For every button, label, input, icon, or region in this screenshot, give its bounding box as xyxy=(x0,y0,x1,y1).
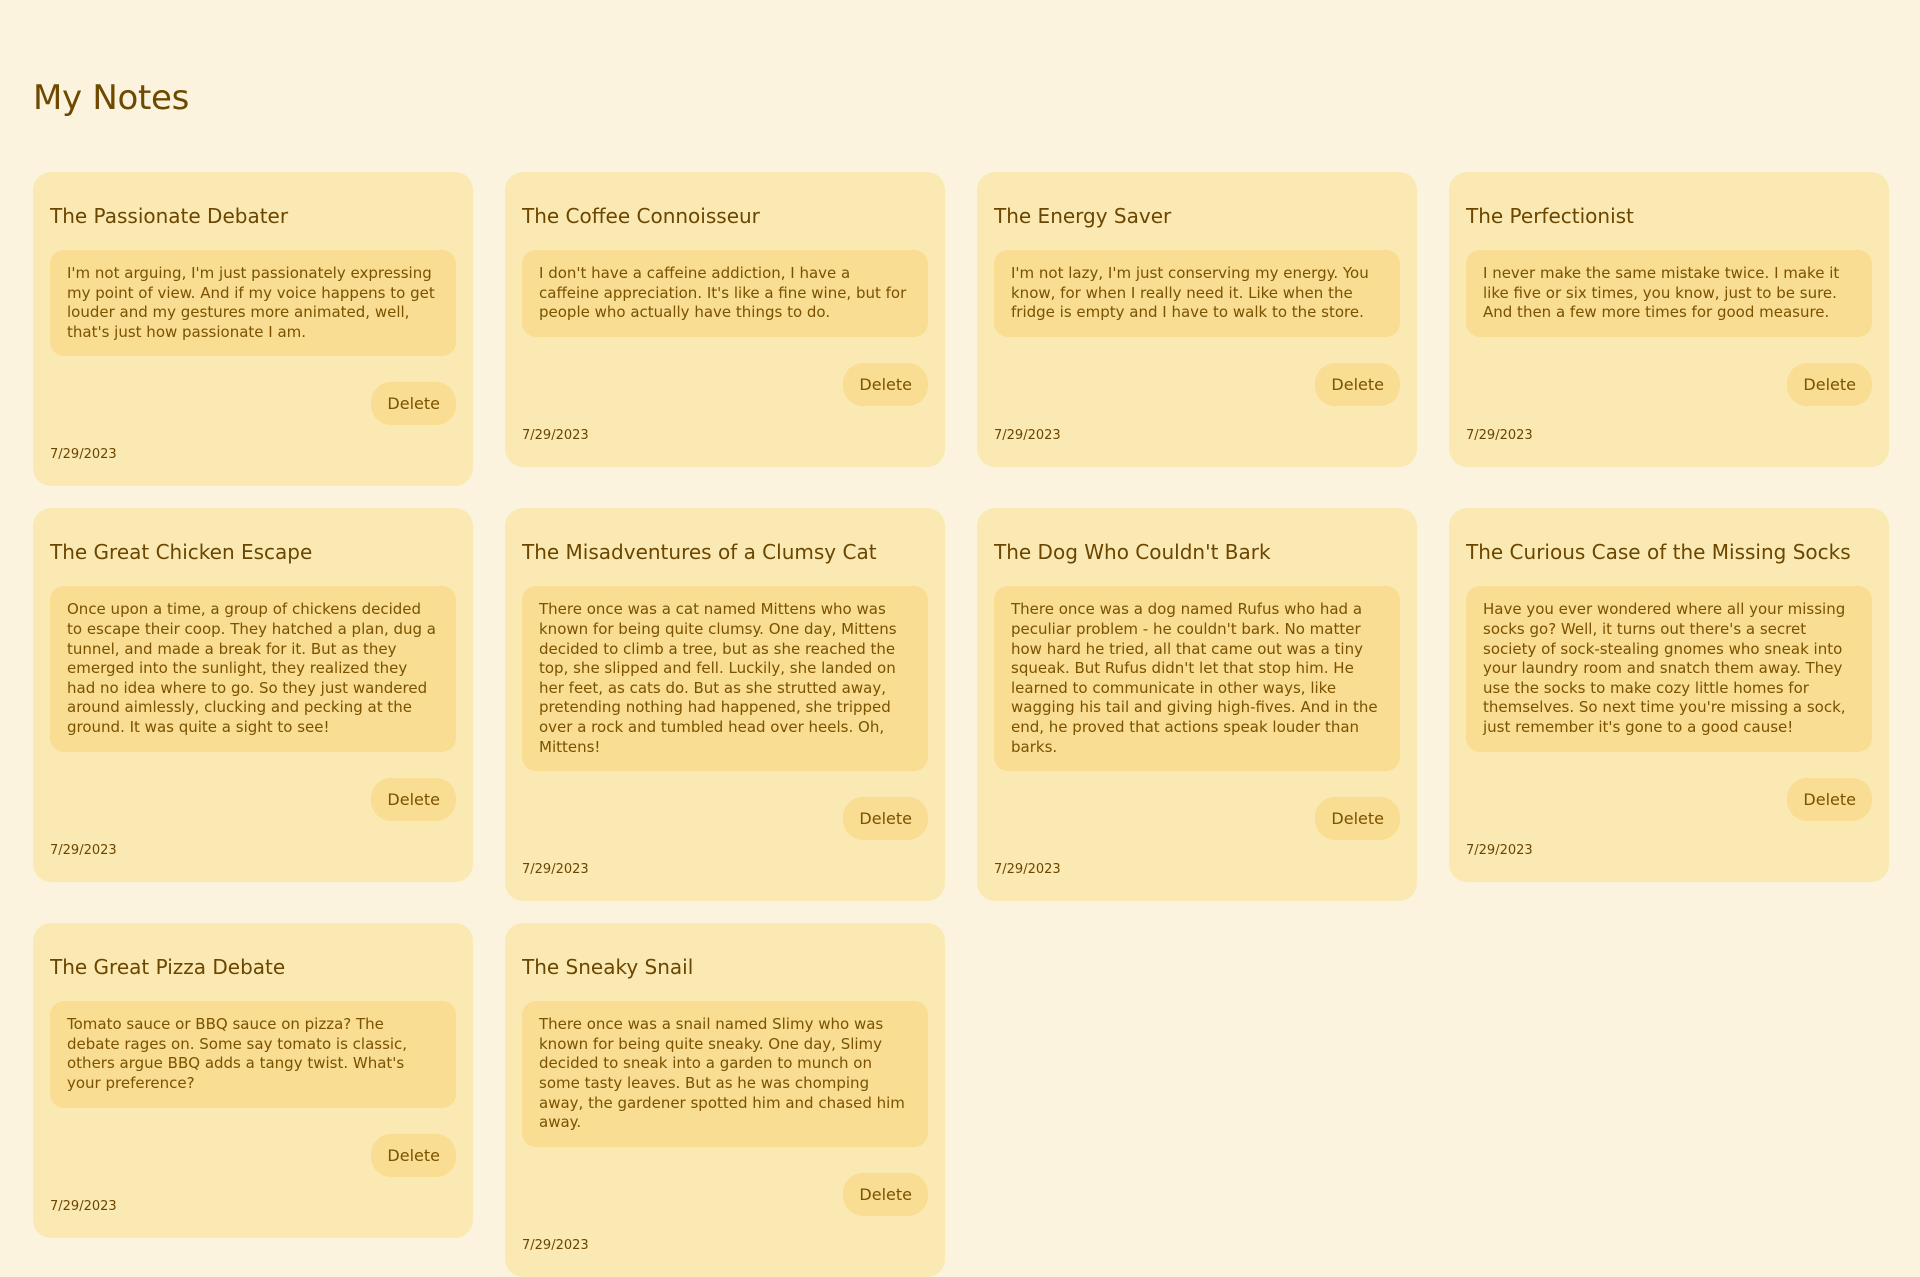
note-title: The Curious Case of the Missing Socks xyxy=(1466,540,1851,565)
delete-button[interactable]: Delete xyxy=(843,797,928,841)
note-date: 7/29/2023 xyxy=(522,862,589,878)
delete-button[interactable]: Delete xyxy=(1315,797,1400,841)
note-date: 7/29/2023 xyxy=(50,842,117,858)
note-card: The Curious Case of the Missing Socks Ha… xyxy=(1449,508,1889,882)
note-date: 7/29/2023 xyxy=(1466,842,1533,858)
note-actions: Delete xyxy=(994,362,1400,406)
delete-button[interactable]: Delete xyxy=(1315,362,1400,406)
delete-button[interactable]: Delete xyxy=(371,777,456,821)
note-title: The Great Pizza Debate xyxy=(50,955,286,980)
note-date: 7/29/2023 xyxy=(50,447,117,463)
delete-button[interactable]: Delete xyxy=(843,1172,928,1216)
delete-button[interactable]: Delete xyxy=(1787,362,1872,406)
note-title: The Coffee Connoisseur xyxy=(522,204,760,228)
note-body: I'm not arguing, I'm just passionately e… xyxy=(50,250,456,357)
note-actions: Delete xyxy=(1466,777,1872,821)
page-title: My Notes xyxy=(33,78,190,118)
note-actions: Delete xyxy=(522,362,928,406)
note-card: The Passionate Debater I'm not arguing, … xyxy=(33,172,473,487)
note-body: I don't have a caffeine addiction, I hav… xyxy=(522,250,928,337)
note-body: I never make the same mistake twice. I m… xyxy=(1466,250,1872,337)
note-body: There once was a cat named Mittens who w… xyxy=(522,586,928,772)
note-body: There once was a snail named Slimy who w… xyxy=(522,1001,928,1147)
note-title: The Great Chicken Escape xyxy=(50,540,313,565)
notes-grid: The Passionate Debater I'm not arguing, … xyxy=(33,172,1905,1277)
note-card: The Dog Who Couldn't Bark There once was… xyxy=(977,508,1417,902)
note-title: The Passionate Debater xyxy=(50,204,289,228)
note-title: The Misadventures of a Clumsy Cat xyxy=(522,540,877,565)
note-card: The Sneaky Snail There once was a snail … xyxy=(505,923,945,1277)
note-card: The Coffee Connoisseur I don't have a ca… xyxy=(505,172,945,467)
note-body: Once upon a time, a group of chickens de… xyxy=(50,586,456,752)
note-actions: Delete xyxy=(50,1133,456,1177)
note-date: 7/29/2023 xyxy=(1466,427,1533,443)
note-actions: Delete xyxy=(994,797,1400,841)
note-card: The Energy Saver I'm not lazy, I'm just … xyxy=(977,172,1417,467)
note-actions: Delete xyxy=(1466,362,1872,406)
note-date: 7/29/2023 xyxy=(994,427,1061,443)
note-actions: Delete xyxy=(50,777,456,821)
note-card: The Great Chicken Escape Once upon a tim… xyxy=(33,508,473,882)
note-body: Tomato sauce or BBQ sauce on pizza? The … xyxy=(50,1001,456,1108)
note-date: 7/29/2023 xyxy=(522,427,589,443)
note-actions: Delete xyxy=(522,797,928,841)
note-actions: Delete xyxy=(50,382,456,426)
note-body: Have you ever wondered where all your mi… xyxy=(1466,586,1872,752)
note-card: The Perfectionist I never make the same … xyxy=(1449,172,1889,467)
note-date: 7/29/2023 xyxy=(522,1237,589,1253)
delete-button[interactable]: Delete xyxy=(371,1133,456,1177)
delete-button[interactable]: Delete xyxy=(371,382,456,426)
note-body: I'm not lazy, I'm just conserving my ene… xyxy=(994,250,1400,337)
note-date: 7/29/2023 xyxy=(994,862,1061,878)
note-actions: Delete xyxy=(522,1172,928,1216)
note-card: The Great Pizza Debate Tomato sauce or B… xyxy=(33,923,473,1238)
delete-button[interactable]: Delete xyxy=(843,362,928,406)
note-title: The Energy Saver xyxy=(994,204,1172,228)
note-title: The Dog Who Couldn't Bark xyxy=(994,540,1271,565)
delete-button[interactable]: Delete xyxy=(1787,777,1872,821)
note-title: The Perfectionist xyxy=(1466,204,1634,228)
note-date: 7/29/2023 xyxy=(50,1198,117,1214)
note-title: The Sneaky Snail xyxy=(522,955,694,980)
note-card: The Misadventures of a Clumsy Cat There … xyxy=(505,508,945,902)
note-body: There once was a dog named Rufus who had… xyxy=(994,586,1400,772)
